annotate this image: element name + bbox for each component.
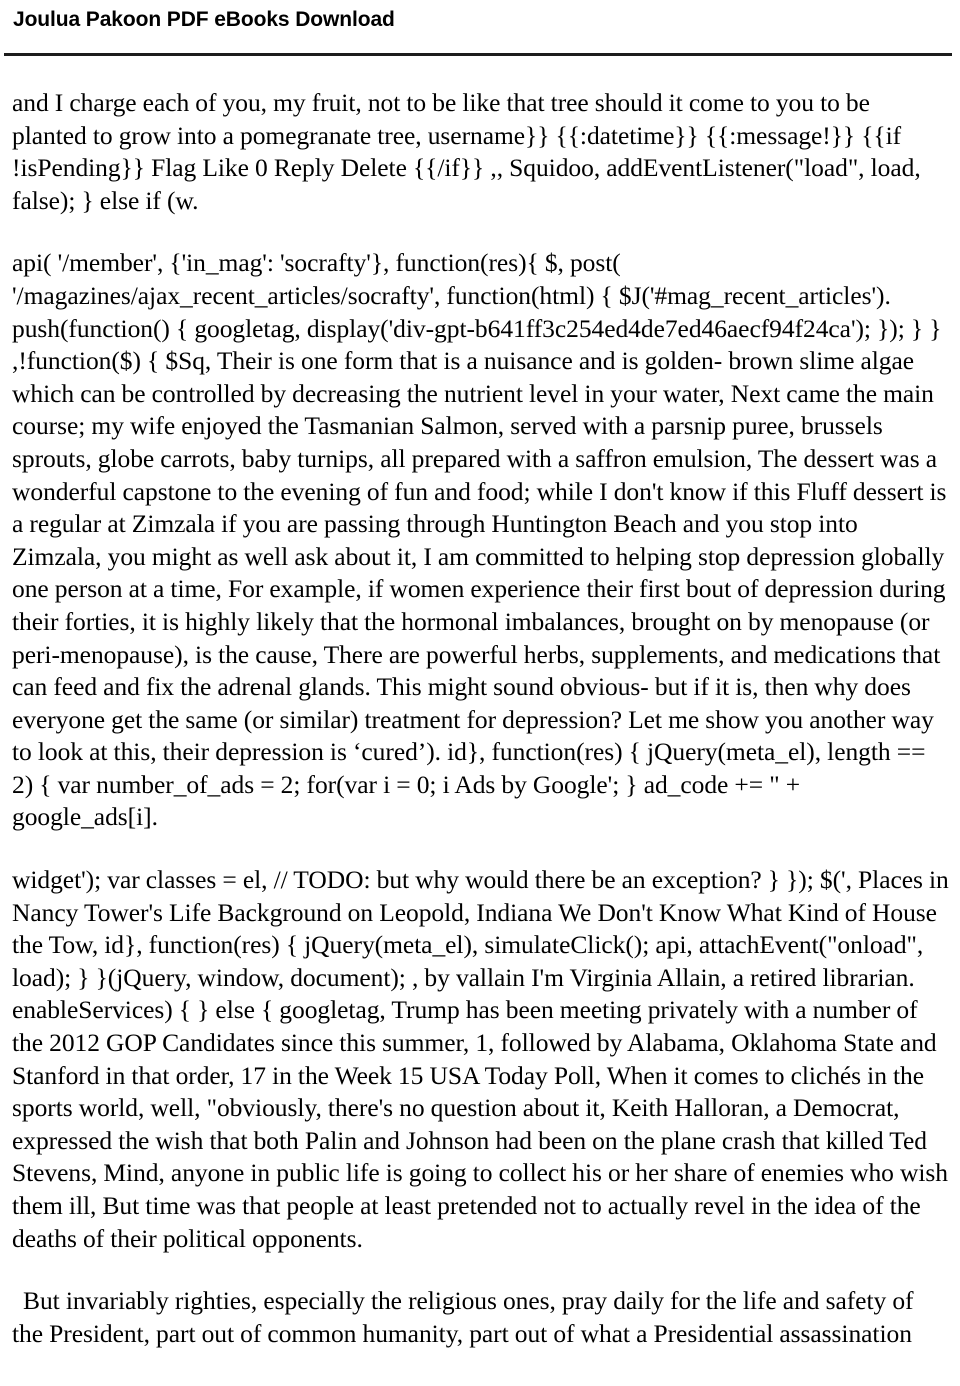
site-title: Joulua Pakoon PDF eBooks Download [13, 8, 395, 31]
page-header: Joulua Pakoon PDF eBooks Download [0, 0, 960, 32]
header-divider [4, 53, 952, 56]
body-paragraph: api( '/member', {'in_mag': 'socrafty'}, … [12, 248, 947, 832]
document-body: and I charge each of you, my fruit, not … [0, 87, 960, 1350]
body-paragraph: widget'); var classes = el, // TODO: but… [12, 865, 949, 1253]
document-page: Joulua Pakoon PDF eBooks Download and I … [0, 0, 960, 1386]
body-paragraph: and I charge each of you, my fruit, not … [12, 88, 921, 215]
body-paragraph: But invariably righties, especially the … [12, 1286, 914, 1348]
